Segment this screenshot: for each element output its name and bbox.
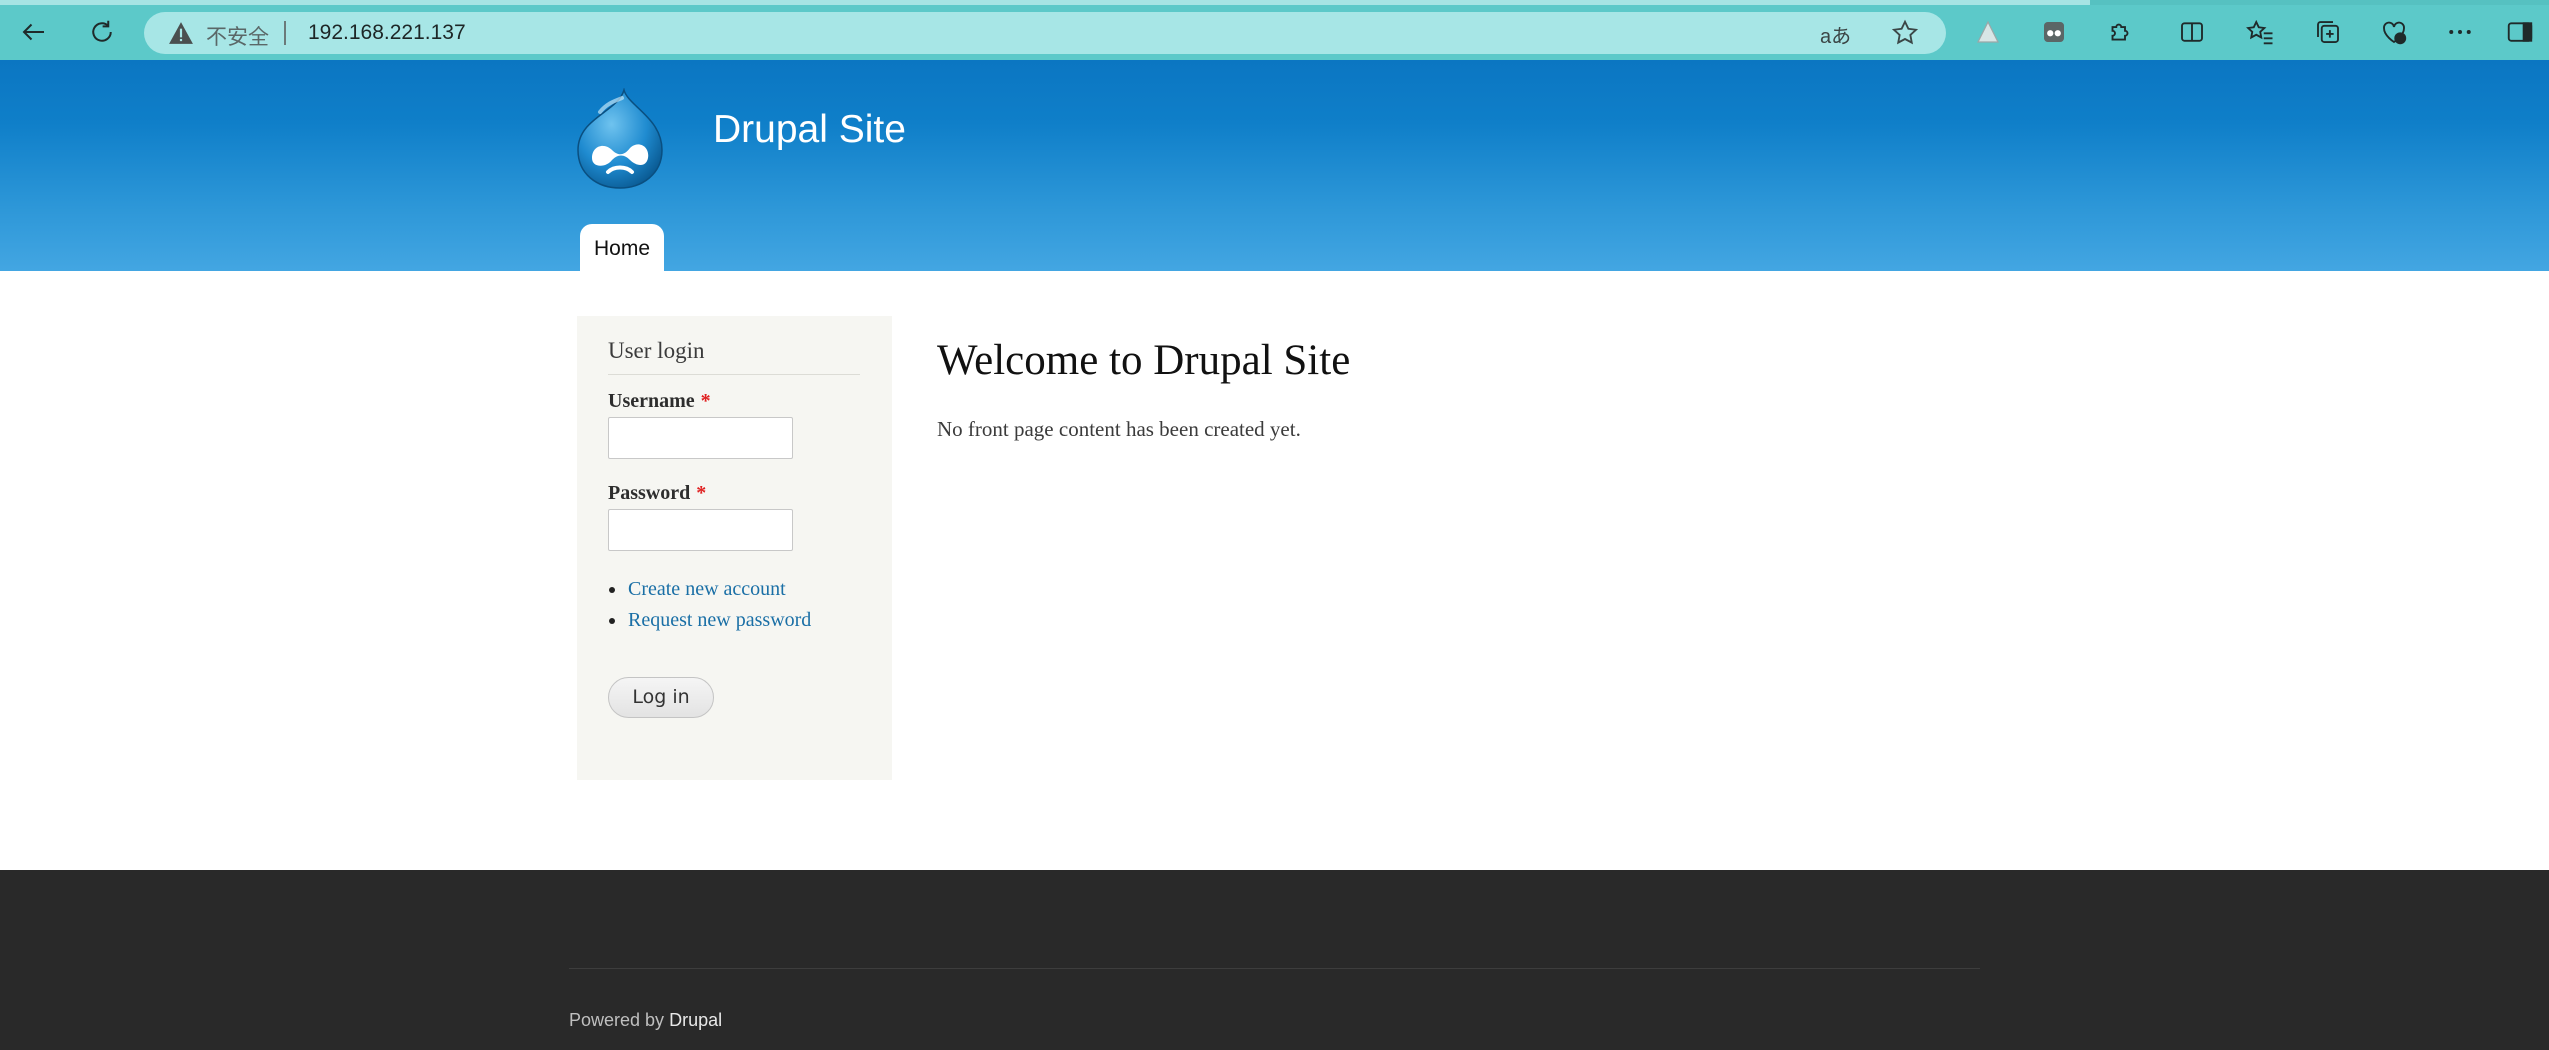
powered-by-label: Powered by (569, 1010, 665, 1030)
url-text[interactable]: 192.168.221.137 (308, 21, 466, 45)
page-title: Welcome to Drupal Site (937, 337, 1351, 384)
login-button[interactable]: Log in (608, 677, 714, 718)
extension-triangle-icon[interactable] (1968, 12, 2008, 52)
drupal-link[interactable]: Drupal (669, 1010, 722, 1030)
page-body-text: No front page content has been created y… (937, 417, 1301, 441)
extension-owl-icon[interactable] (2034, 12, 2074, 52)
username-label: Username * (608, 390, 711, 413)
browser-essentials-icon[interactable] (2374, 12, 2414, 52)
collections-icon[interactable] (2308, 12, 2348, 52)
extensions-puzzle-icon[interactable] (2100, 12, 2140, 52)
site-name[interactable]: Drupal Site (713, 108, 906, 152)
sidebar-toggle-icon[interactable] (2500, 12, 2540, 52)
password-label: Password * (608, 482, 706, 505)
password-label-text: Password (608, 482, 691, 504)
favorites-icon[interactable] (2240, 12, 2280, 52)
login-links-list: Create new account Request new password (608, 574, 811, 636)
footer-divider (569, 968, 1980, 969)
username-label-text: Username (608, 390, 695, 412)
address-bar[interactable]: 不安全 192.168.221.137 aあ (144, 12, 1946, 54)
required-marker: * (700, 390, 711, 412)
browser-toolbar: 不安全 192.168.221.137 aあ (0, 0, 2549, 60)
more-menu-icon[interactable] (2440, 12, 2480, 52)
warning-icon[interactable] (168, 21, 194, 45)
required-marker: * (696, 482, 707, 504)
drupal-logo-icon[interactable] (570, 88, 670, 190)
favorite-star-icon[interactable] (1890, 18, 1920, 48)
block-title: User login (608, 338, 705, 363)
refresh-icon[interactable] (82, 12, 122, 52)
block-title-divider (608, 374, 860, 375)
create-account-link[interactable]: Create new account (608, 574, 811, 605)
request-password-link[interactable]: Request new password (608, 605, 811, 636)
tab-strip-edge (0, 0, 2549, 5)
security-label[interactable]: 不安全 (206, 21, 269, 51)
powered-by-text: Powered by Drupal (569, 1010, 722, 1031)
username-input[interactable] (608, 417, 793, 459)
password-input[interactable] (608, 509, 793, 551)
translate-icon[interactable]: aあ (1820, 20, 1851, 49)
address-separator (284, 21, 286, 45)
site-header: Drupal Site Home (0, 60, 2549, 271)
nav-tab-home[interactable]: Home (580, 224, 664, 271)
tab-strip-highlight (0, 0, 2090, 5)
site-footer: Powered by Drupal (0, 870, 2549, 1050)
split-screen-icon[interactable] (2172, 12, 2212, 52)
user-login-block: User login Username * Password * Create ne… (577, 316, 892, 780)
back-icon[interactable] (14, 12, 54, 52)
